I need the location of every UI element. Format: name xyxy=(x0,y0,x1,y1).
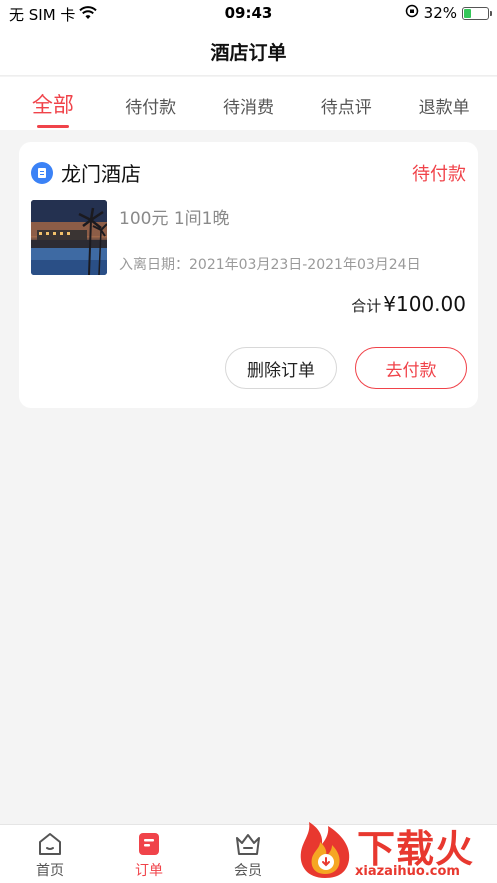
tab-label: 待付款 xyxy=(125,98,177,118)
tab-label: 待消费 xyxy=(222,98,274,118)
pay-button[interactable]: 去付款 xyxy=(355,347,467,389)
battery-level xyxy=(464,8,472,18)
order-icon xyxy=(139,833,159,855)
status-bar: 无 SIM 卡 09:43 32% xyxy=(0,0,497,28)
watermark-url: xiazaihuo.com xyxy=(355,864,460,879)
rotation-lock-icon xyxy=(405,4,419,22)
status-right: 32% xyxy=(405,4,492,22)
hotel-icon xyxy=(31,161,53,184)
battery-percent: 32% xyxy=(423,4,457,22)
total-label: 合计 xyxy=(351,297,382,315)
member-icon xyxy=(236,834,260,855)
tab-label: 待点评 xyxy=(320,98,372,118)
tab-all[interactable]: 全部 xyxy=(8,77,98,130)
hotel-header: 龙门酒店 xyxy=(31,158,141,187)
tab-bar-label: 首页 xyxy=(36,863,64,879)
order-card[interactable]: 龙门酒店 待付款 100元 1间1晚 入离日期：2021年03月23日-2021… xyxy=(19,142,478,408)
hotel-thumbnail xyxy=(31,200,107,275)
battery-icon xyxy=(462,6,492,20)
tab-pending-review[interactable]: 待点评 xyxy=(301,77,391,130)
hotel-name: 龙门酒店 xyxy=(61,162,141,186)
tab-bar-member[interactable]: 会员 xyxy=(213,831,283,880)
delete-order-button[interactable]: 删除订单 xyxy=(225,347,337,389)
tab-refunds[interactable]: 退款单 xyxy=(399,77,489,130)
order-tabs: 全部 待付款 待消费 待点评 退款单 xyxy=(0,77,497,130)
tab-pending-use[interactable]: 待消费 xyxy=(203,77,293,130)
nav-bar: 酒店订单 xyxy=(0,28,497,76)
tab-bar-home[interactable]: 首页 xyxy=(15,831,85,880)
tab-bar-label: 会员 xyxy=(234,863,262,879)
tab-bar-label: 订单 xyxy=(135,863,163,879)
order-total: 合计 ¥100.00 xyxy=(351,292,466,316)
watermark-logo: 下载火 xiazaihuo.com xyxy=(293,818,497,883)
total-value: ¥100.00 xyxy=(383,292,466,316)
page-title: 酒店订单 xyxy=(210,42,287,64)
room-info: 100元 1间1晚 xyxy=(119,209,230,229)
tab-pending-payment[interactable]: 待付款 xyxy=(106,77,196,130)
tab-label: 退款单 xyxy=(418,98,470,118)
flame-logo-icon xyxy=(300,822,350,878)
home-icon xyxy=(39,833,61,855)
tab-label: 全部 xyxy=(31,93,74,117)
tab-active-indicator xyxy=(36,125,69,128)
stay-dates: 入离日期：2021年03月23日-2021年03月24日 xyxy=(119,257,421,273)
tab-bar-orders[interactable]: 订单 xyxy=(114,831,184,880)
order-status: 待付款 xyxy=(412,164,466,185)
